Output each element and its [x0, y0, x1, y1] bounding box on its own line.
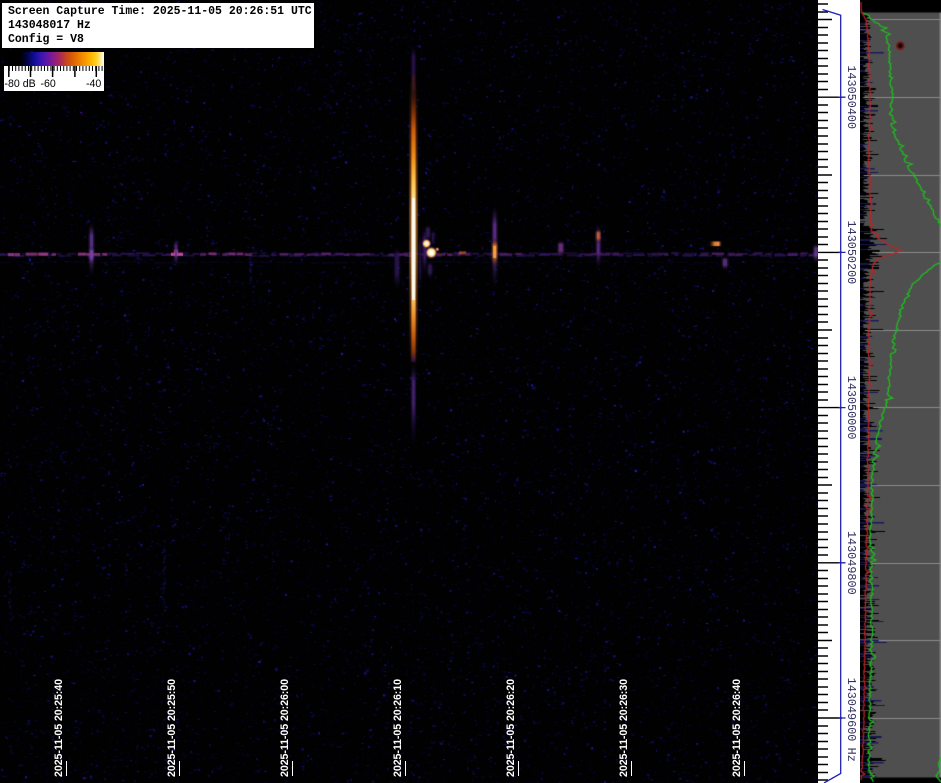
- svg-text:143050200: 143050200: [844, 221, 858, 285]
- svg-text:Hz: Hz: [844, 748, 858, 762]
- svg-text:143049600: 143049600: [844, 678, 858, 742]
- svg-text:143050400: 143050400: [844, 65, 858, 129]
- svg-text:143050000: 143050000: [844, 376, 858, 440]
- svg-text:143049800: 143049800: [844, 531, 858, 595]
